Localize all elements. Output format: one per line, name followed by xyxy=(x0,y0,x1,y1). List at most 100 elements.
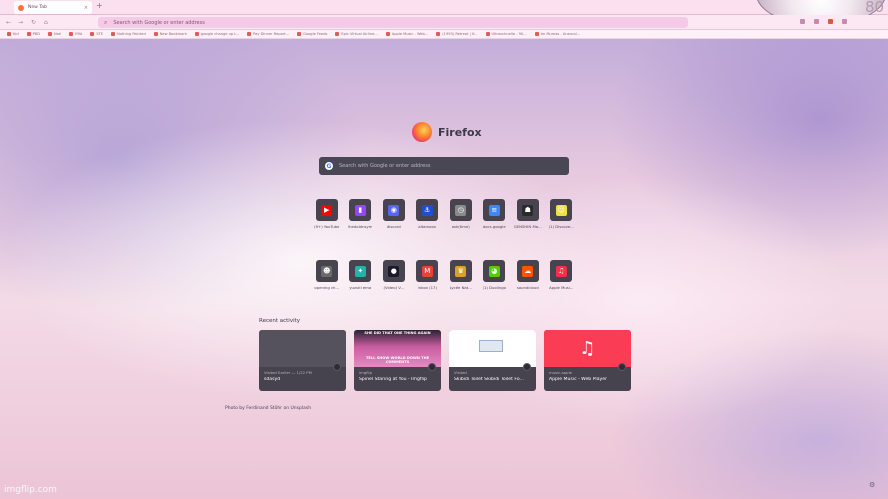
forward-button[interactable]: → xyxy=(18,19,23,26)
home-button[interactable]: ⌂ xyxy=(44,19,48,26)
bookmark-item[interactable]: Epic Virtual Airline... xyxy=(332,32,380,36)
bookmark-label: Apple Music - Web... xyxy=(391,32,429,36)
bookmark-item[interactable]: google change up t... xyxy=(192,32,242,36)
tab-title: New Tab xyxy=(28,5,47,10)
top-site-shortcut[interactable]: ▶ (9+) YouTube xyxy=(310,199,344,229)
google-icon: G xyxy=(325,162,333,170)
card-source: Visited Earlier — 1/22 PM xyxy=(264,370,312,375)
anchor-icon: ⚓ xyxy=(421,204,433,216)
downloads-icon[interactable] xyxy=(814,19,819,24)
bookmark-item[interactable]: ERA xyxy=(66,32,85,36)
top-site-tile[interactable]: ☻ xyxy=(315,260,338,282)
toolbar-icons xyxy=(800,19,847,24)
top-site-shortcut[interactable]: ◷ ask(time) xyxy=(444,199,478,229)
bookmark-item[interactable]: Kid xyxy=(4,32,22,36)
top-site-shortcut[interactable]: ▮ lhedoldnsym xyxy=(344,199,378,229)
top-site-shortcut[interactable]: ⚓ altamoon xyxy=(411,199,445,229)
top-site-shortcut[interactable]: ♫ Apple Musi... xyxy=(545,260,579,290)
top-site-tile[interactable]: ▮ xyxy=(349,199,372,221)
recent-activity-card[interactable]: Visited Earlier — 1/22 PM sdasyd xyxy=(259,330,346,391)
back-button[interactable]: ← xyxy=(6,19,11,26)
bookmark-label: Nah xyxy=(54,32,62,36)
recent-activity-card[interactable]: SHE DID THAT ONE THING AGAIN TELL SHOW WO… xyxy=(354,330,441,391)
top-site-tile[interactable]: ♫ xyxy=(550,260,573,282)
top-site-shortcut[interactable]: M Inbox (17) xyxy=(411,260,445,290)
top-site-tile[interactable]: ⚓ xyxy=(416,199,439,221)
top-site-shortcut[interactable]: ♛ Lycée Nat... xyxy=(444,260,478,290)
extension-icon[interactable] xyxy=(800,19,805,24)
top-site-tile[interactable]: ☺ xyxy=(550,199,573,221)
photo-credit[interactable]: Photo by Ferdinand Stöhr on Unsplash xyxy=(225,406,311,411)
top-site-label: soundcloud xyxy=(516,285,539,290)
top-site-label: Apple Musi... xyxy=(549,285,574,290)
top-site-label: (Video) V... xyxy=(383,285,405,290)
docs-icon: ≡ xyxy=(488,204,500,216)
top-site-tile[interactable]: M xyxy=(416,260,439,282)
bookmark-label: Kid xyxy=(13,32,19,36)
card-source: imgflip xyxy=(359,370,373,375)
tab-bar: New Tab × + 80 xyxy=(0,0,888,26)
top-site-shortcut[interactable]: ☁ soundcloud xyxy=(511,260,545,290)
bookmark-favicon-icon xyxy=(534,32,539,36)
bookmark-favicon-icon xyxy=(247,32,252,36)
top-site-shortcut[interactable]: ☻ opening ch... xyxy=(310,260,344,290)
recent-activity-card[interactable]: ♫ music.apple Apple Music - Web Player xyxy=(544,330,631,391)
imgflip-watermark: imgflip.com xyxy=(4,485,57,495)
top-site-label: lhedoldnsym xyxy=(348,224,373,229)
bookmark-item[interactable]: Im Mumas - Aneurol... xyxy=(532,32,584,36)
bookmark-favicon-icon xyxy=(26,32,31,36)
bookmark-item[interactable]: Nah xyxy=(45,32,64,36)
bookmark-favicon-icon xyxy=(385,32,390,36)
url-bar[interactable]: ⌕ Search with Google or enter address xyxy=(98,17,688,28)
top-site-shortcut[interactable]: ✦ yuzuki ema xyxy=(344,260,378,290)
bookmark-item[interactable]: Google Feeds xyxy=(294,32,330,36)
bookmark-item[interactable]: PBD xyxy=(24,32,43,36)
top-site-shortcut[interactable]: ☗ GENSHIN Ma... xyxy=(511,199,545,229)
top-site-tile[interactable]: ☁ xyxy=(516,260,539,282)
card-title: sdasyd xyxy=(264,377,281,382)
top-site-tile[interactable]: ✦ xyxy=(349,260,372,282)
dark-circle-icon: ● xyxy=(388,265,400,277)
bookmark-item[interactable]: (1993) Retreat | If... xyxy=(433,32,480,36)
bookmark-favicon-icon xyxy=(69,32,74,36)
bookmark-item[interactable]: New Bookmark xyxy=(151,32,190,36)
top-site-shortcut[interactable]: ☺ (1) Discove... xyxy=(545,199,579,229)
bookmark-label: Ultraschnelle - 90... xyxy=(491,32,527,36)
top-site-tile[interactable]: ◷ xyxy=(449,199,472,221)
bookmark-favicon-icon xyxy=(111,32,116,36)
search-input[interactable]: G Search with Google or enter address xyxy=(319,157,569,175)
smiley-icon: ☺ xyxy=(555,204,567,216)
tab-new-tab[interactable]: New Tab × xyxy=(14,1,92,14)
tab-close-icon[interactable]: × xyxy=(84,5,88,11)
bookmark-label: STE xyxy=(96,32,104,36)
top-site-shortcut[interactable]: ≡ docs.google xyxy=(478,199,512,229)
bookmark-item[interactable]: Pay Dinner Report... xyxy=(244,32,292,36)
recent-activity-card[interactable]: Visited Skibidi Toilet Skibidi Toilet Fo.… xyxy=(449,330,536,391)
menu-icon[interactable] xyxy=(842,19,847,24)
nav-toolbar: ← → ↻ ⌂ ⌕ Search with Google or enter ad… xyxy=(0,15,888,30)
card-source: Visited xyxy=(454,370,467,375)
top-site-shortcut[interactable]: ◕ (1) Duolingo xyxy=(478,260,512,290)
top-site-shortcut[interactable]: ● (Video) V... xyxy=(377,260,411,290)
addon-icon[interactable] xyxy=(828,19,833,24)
card-meta: imgflip Spinel Staring at You - Imgflip xyxy=(354,367,441,385)
top-site-tile[interactable]: ☗ xyxy=(516,199,539,221)
bookmark-item[interactable]: Apple Music - Web... xyxy=(383,32,431,36)
bookmark-item[interactable]: STE xyxy=(87,32,106,36)
top-site-shortcut[interactable]: ◉ discord xyxy=(377,199,411,229)
site-preview-image xyxy=(479,340,503,352)
card-thumbnail xyxy=(449,330,536,367)
top-site-tile[interactable]: ◉ xyxy=(382,199,405,221)
settings-gear-icon[interactable]: ⚙ xyxy=(869,481,875,489)
top-site-tile[interactable]: ≡ xyxy=(483,199,506,221)
bookmark-item[interactable]: Nothing Painted xyxy=(108,32,149,36)
top-site-tile[interactable]: ◕ xyxy=(483,260,506,282)
top-site-tile[interactable]: ♛ xyxy=(449,260,472,282)
bookmark-item[interactable]: Ultraschnelle - 90... xyxy=(483,32,530,36)
top-site-tile[interactable]: ● xyxy=(382,260,405,282)
top-site-tile[interactable]: ▶ xyxy=(315,199,338,221)
new-tab-button[interactable]: + xyxy=(96,1,103,10)
card-meta: Visited Skibidi Toilet Skibidi Toilet Fo.… xyxy=(449,367,536,385)
reload-button[interactable]: ↻ xyxy=(31,19,36,26)
top-site-label: ask(time) xyxy=(451,224,470,229)
